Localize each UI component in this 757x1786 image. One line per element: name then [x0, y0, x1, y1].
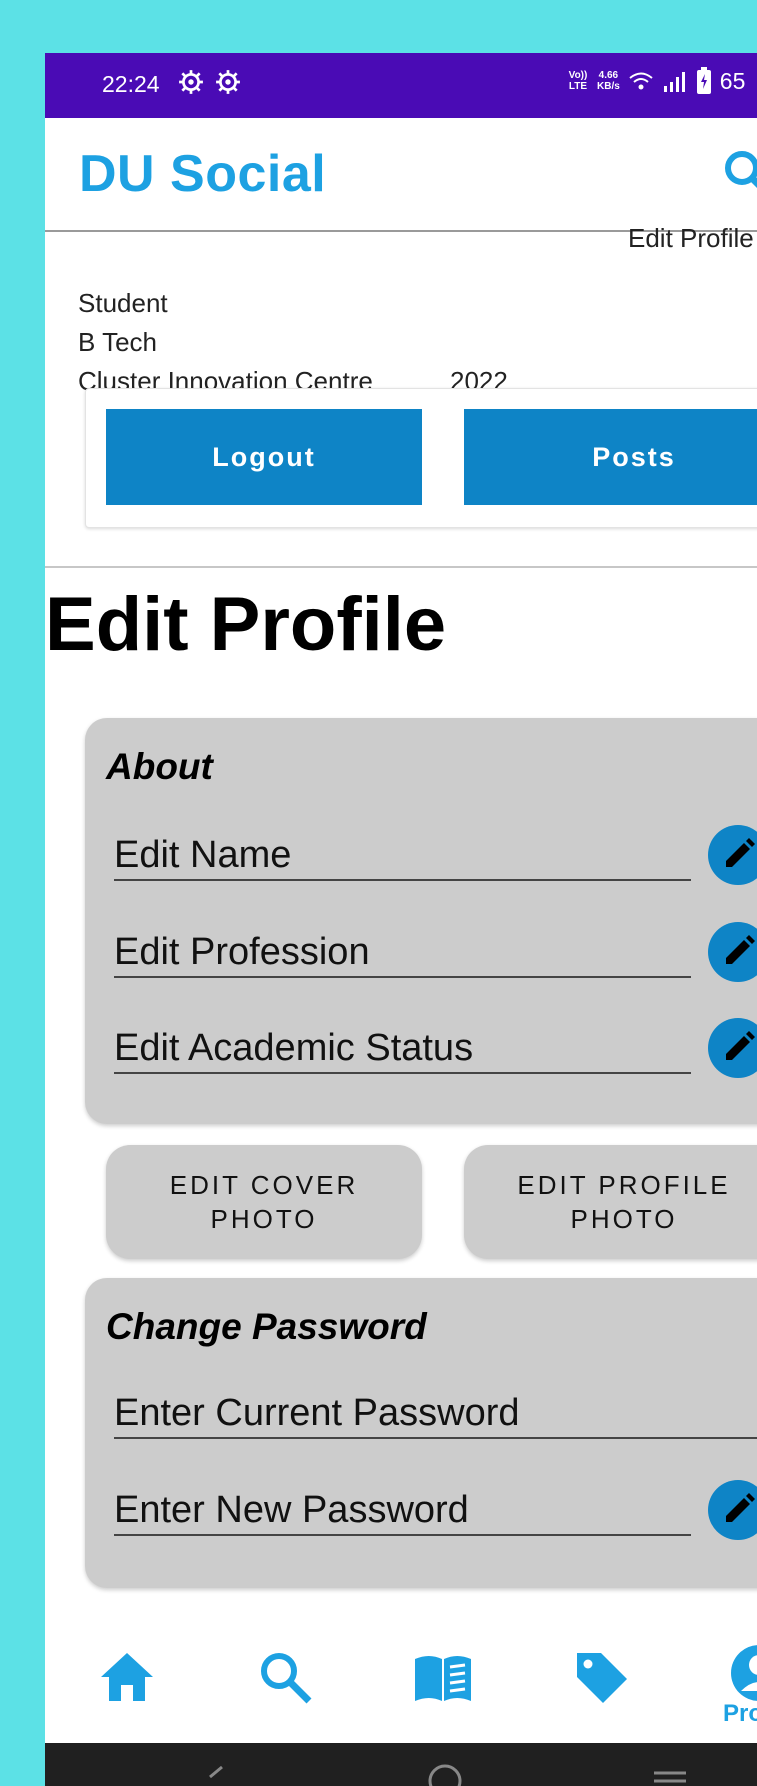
- pencil-icon: [726, 1493, 755, 1522]
- edit-name-input[interactable]: Edit Name: [114, 831, 691, 881]
- bottom-nav: Pro: [45, 1625, 757, 1733]
- profile-label-line2: PHOTO: [570, 1204, 678, 1234]
- posts-button[interactable]: Posts: [464, 409, 757, 505]
- profile-photo-button-label: EDIT PROFILE PHOTO: [517, 1168, 730, 1236]
- pencil-icon: [726, 935, 755, 964]
- back-icon[interactable]: [200, 1743, 230, 1786]
- cover-label-line2: PHOTO: [210, 1204, 318, 1234]
- speed-unit: KB/s: [597, 81, 620, 92]
- cover-button-label: EDIT COVER PHOTO: [170, 1168, 358, 1236]
- speed-value: 4.66: [598, 70, 619, 81]
- tag-icon[interactable]: [571, 1647, 631, 1707]
- pencil-icon: [726, 1031, 755, 1060]
- network-speed: 4.66 KB/s: [597, 70, 620, 92]
- divider: [45, 566, 757, 568]
- wifi-icon: [629, 72, 653, 90]
- phone-screen: 22:24 Vo)) LTE 4.66 KB/s 65 DU Social Ed…: [45, 53, 757, 1786]
- edit-academic-input[interactable]: Edit Academic Status: [114, 1024, 691, 1074]
- about-card: About Edit Name Edit Profession Edit Aca…: [85, 718, 757, 1124]
- edit-profile-photo-button[interactable]: EDIT PROFILE PHOTO: [464, 1145, 757, 1259]
- about-heading: About: [106, 746, 213, 787]
- password-card: Change Password Enter Current Password E…: [85, 1278, 757, 1588]
- recents-icon[interactable]: [650, 1743, 690, 1786]
- page-title: Edit Profile: [45, 582, 447, 667]
- edit-cover-photo-button[interactable]: EDIT COVER PHOTO: [106, 1145, 422, 1259]
- volte-indicator: Vo)) LTE: [568, 70, 588, 92]
- profile-label-line1: EDIT PROFILE: [517, 1170, 731, 1200]
- new-password-input[interactable]: Enter New Password: [114, 1486, 691, 1536]
- edit-academic-button[interactable]: [708, 1018, 757, 1078]
- current-password-input[interactable]: Enter Current Password: [114, 1389, 757, 1439]
- gear-icon: [179, 70, 203, 94]
- battery-icon: [696, 67, 711, 94]
- profile-role: Student: [78, 288, 168, 318]
- change-password-button[interactable]: [708, 1480, 757, 1540]
- profile-nav-label[interactable]: Pro: [723, 1700, 757, 1728]
- cover-label-line1: EDIT COVER: [169, 1170, 359, 1200]
- signal-icon: [663, 72, 685, 92]
- profile-icon[interactable]: [729, 1643, 757, 1703]
- action-card: Logout Posts: [85, 388, 757, 528]
- logout-button[interactable]: Logout: [106, 409, 422, 505]
- status-indicators: Vo)) LTE 4.66 KB/s 65: [567, 67, 745, 95]
- home-circle-icon[interactable]: [425, 1743, 465, 1786]
- status-time: 22:24: [102, 71, 160, 97]
- app-bar: DU Social: [45, 118, 757, 232]
- home-icon[interactable]: [97, 1647, 157, 1707]
- gear-icon: [216, 70, 240, 94]
- system-nav-bar: [45, 1743, 757, 1786]
- search-icon[interactable]: [722, 148, 757, 198]
- password-heading: Change Password: [106, 1306, 427, 1347]
- edit-profile-link[interactable]: Edit Profile: [628, 223, 754, 254]
- book-icon[interactable]: [413, 1647, 473, 1707]
- edit-name-button[interactable]: [708, 825, 757, 885]
- edit-profession-button[interactable]: [708, 922, 757, 982]
- edit-profession-input[interactable]: Edit Profession: [114, 928, 691, 978]
- search-icon[interactable]: [255, 1647, 315, 1707]
- profile-degree: B Tech: [78, 327, 158, 357]
- status-bar: 22:24 Vo)) LTE 4.66 KB/s 65: [45, 53, 757, 118]
- pencil-icon: [726, 838, 755, 867]
- battery-percent: 65: [719, 67, 746, 94]
- app-title: DU Social: [79, 145, 327, 203]
